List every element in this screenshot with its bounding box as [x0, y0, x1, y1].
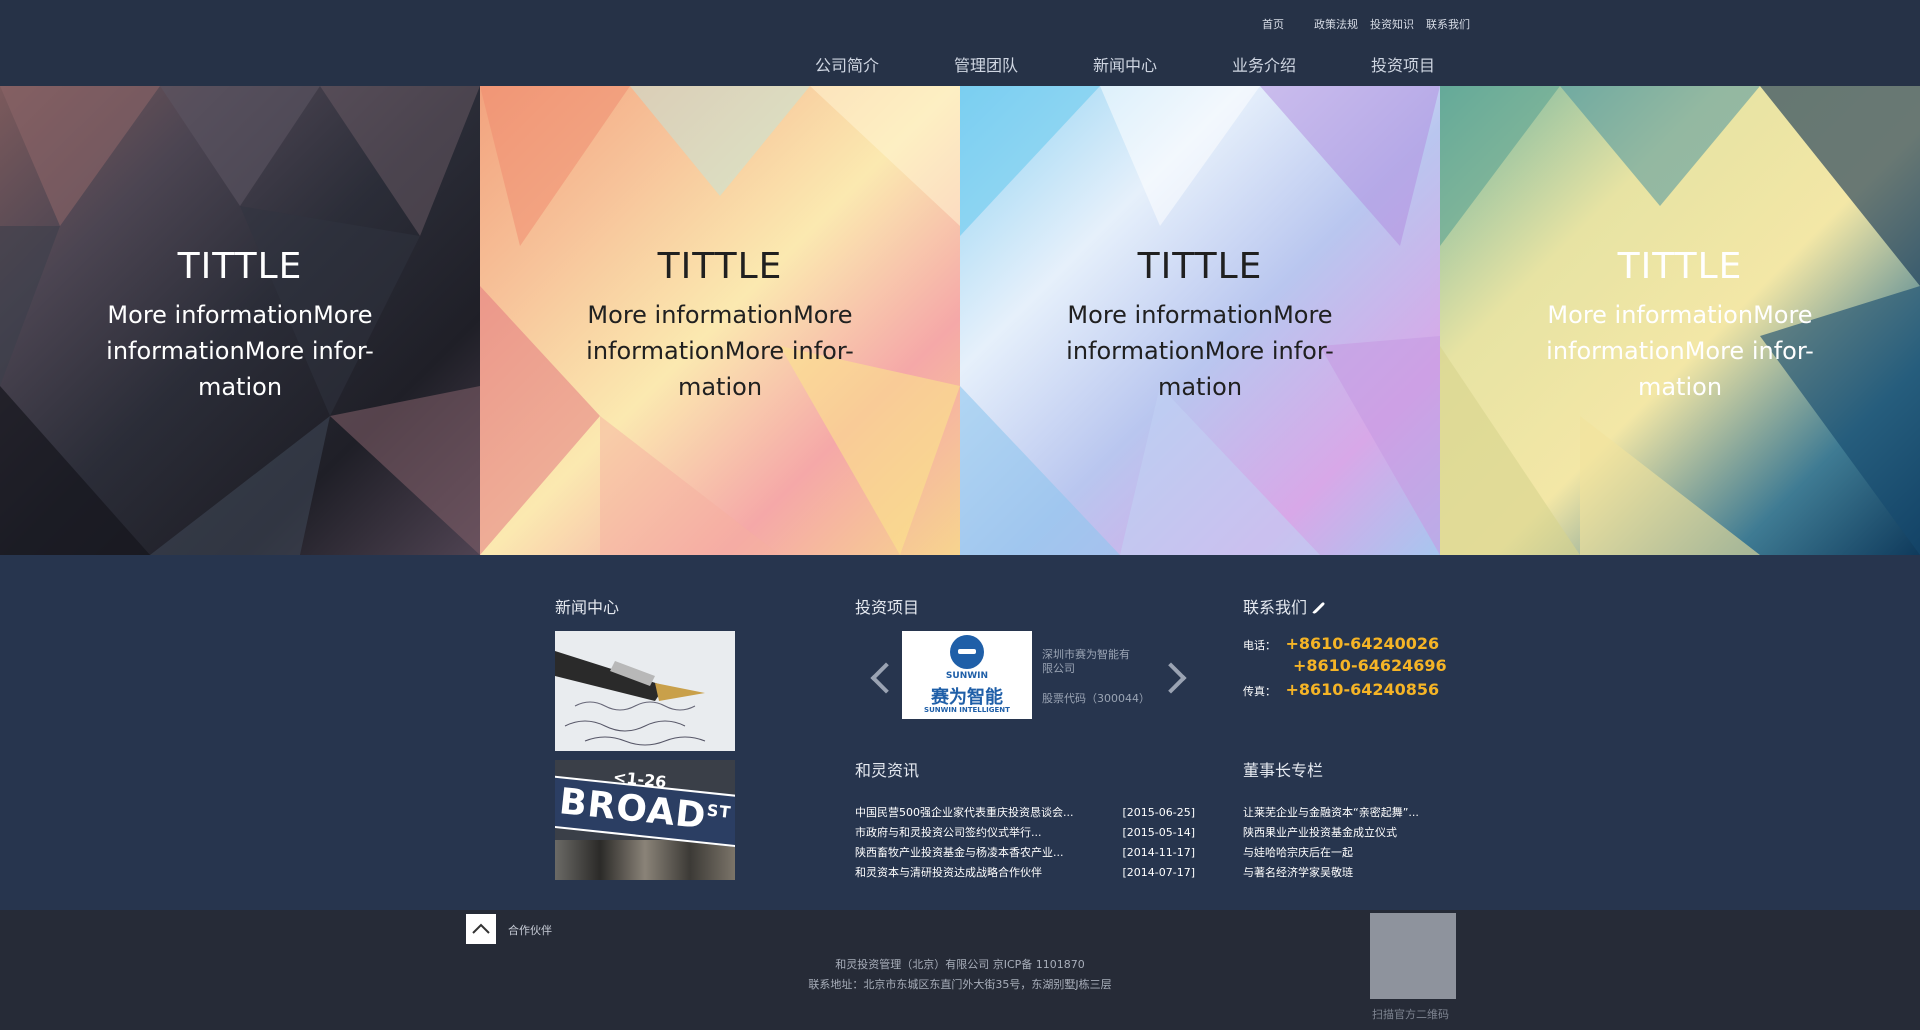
top-link-policy[interactable]: 政策法规	[1314, 16, 1358, 32]
site-header: 首页 政策法规 投资知识 联系我们 公司简介 管理团队 新闻中心 业务介绍 投资项目	[0, 0, 1920, 86]
hero-title: TITTLE	[1617, 246, 1743, 287]
news-image-pen[interactable]	[555, 631, 735, 751]
investment-heading: 投资项目	[855, 598, 920, 617]
fax-label: 传真：	[1243, 685, 1276, 698]
tel-label: 电话：	[1243, 639, 1276, 652]
address-text: 联系地址：北京市东城区东直门外大街35号，东湖别墅J栋三层	[808, 978, 1112, 991]
chairman-column-heading: 董事长专栏	[1243, 761, 1324, 780]
hero-title: TITTLE	[657, 246, 783, 287]
investment-stock-code: 股票代码（300044）	[1042, 692, 1150, 705]
back-to-top-button[interactable]	[466, 914, 496, 944]
carousel-next-icon[interactable]	[1155, 662, 1187, 694]
fax-number: +8610-64240856	[1285, 680, 1440, 699]
list-item[interactable]: 让莱芜企业与金融资本“亲密起舞”...	[1243, 803, 1458, 823]
sunwin-logo[interactable]: SUNWIN 赛为智能 SUNWIN INTELLIGENT	[902, 631, 1032, 719]
heling-news-heading: 和灵资讯	[855, 761, 920, 780]
chairman-column-list: 让莱芜企业与金融资本“亲密起舞”... 陕西果业产业投资基金成立仪式 与娃哈哈宗…	[1243, 803, 1458, 883]
sunwin-logo-mark	[950, 635, 984, 669]
hero-info: More informationMore informationMore inf…	[1546, 301, 1814, 401]
nav-item-news[interactable]: 新闻中心	[1093, 52, 1232, 76]
contact-heading: 联系我们	[1243, 594, 1325, 618]
copyright-text: 和灵投资管理（北京）有限公司 京ICP备 1101870	[835, 958, 1085, 971]
contact-heading-text: 联系我们	[1243, 598, 1308, 617]
top-link-home[interactable]: 首页	[1262, 16, 1284, 32]
chevron-up-icon	[472, 923, 490, 934]
list-item[interactable]: 市政府与和灵投资公司签约仪式举行... [2015-05-14]	[855, 823, 1195, 843]
list-item[interactable]: 中国民营500强企业家代表重庆投资恳谈会... [2015-06-25]	[855, 803, 1195, 823]
nav-item-business[interactable]: 业务介绍	[1232, 52, 1371, 76]
logo-text-sub: SUNWIN INTELLIGENT	[924, 706, 1010, 714]
list-item[interactable]: 与著名经济学家吴敬琏	[1243, 863, 1458, 883]
investment-company-name[interactable]: 深圳市赛为智能有限公司	[1042, 648, 1138, 676]
hero-info: More informationMore informationMore inf…	[1066, 301, 1334, 401]
hero-panel-4[interactable]: TITTLE More informationMore informationM…	[1440, 86, 1920, 555]
list-item[interactable]: 与娃哈哈宗庆后在一起	[1243, 843, 1458, 863]
qr-code	[1370, 913, 1456, 999]
footer-info: 和灵投资管理（北京）有限公司 京ICP备 1101870 联系地址：北京市东城区…	[0, 955, 1920, 995]
partners-link[interactable]: 合作伙伴	[508, 922, 552, 938]
qr-code-label: 扫描官方二维码	[1372, 1008, 1449, 1021]
news-image-street-sign[interactable]: <1-26 BROADST	[555, 760, 735, 880]
contact-tel: 电话： +8610-64240026	[1243, 634, 1439, 653]
carousel-prev-icon[interactable]	[870, 662, 902, 694]
hero-panel-2[interactable]: TITTLE More informationMore informationM…	[480, 86, 960, 555]
list-item[interactable]: 陕西果业产业投资基金成立仪式	[1243, 823, 1458, 843]
main-nav: 公司简介 管理团队 新闻中心 业务介绍 投资项目	[815, 52, 1510, 76]
tel-number-1: +8610-64240026	[1285, 634, 1440, 653]
hero-panel-3[interactable]: TITTLE More informationMore informationM…	[960, 86, 1440, 555]
hero-panel-1[interactable]: TITTLE More informationMore informationM…	[0, 86, 480, 555]
hero-banner: TITTLE More informationMore informationM…	[0, 86, 1920, 555]
list-item[interactable]: 陕西畜牧产业投资基金与杨凌本香农产业... [2014-11-17]	[855, 843, 1195, 863]
tel-number-2: +8610-64624696	[1293, 656, 1447, 675]
fountain-pen-image	[555, 631, 735, 751]
contact-tel-2: +8610-64624696	[1293, 656, 1447, 675]
top-link-knowledge[interactable]: 投资知识	[1370, 16, 1414, 32]
list-item[interactable]: 和灵资本与清研投资达成战略合作伙伴 [2014-07-17]	[855, 863, 1195, 883]
nav-item-company[interactable]: 公司简介	[815, 52, 954, 76]
contact-fax: 传真： +8610-64240856	[1243, 680, 1439, 699]
nav-item-team[interactable]: 管理团队	[954, 52, 1093, 76]
hero-info: More informationMore informationMore inf…	[106, 301, 374, 401]
logo-text-en: SUNWIN	[945, 671, 989, 681]
hero-info: More informationMore informationMore inf…	[586, 301, 854, 401]
phone-icon	[1312, 602, 1325, 614]
top-links: 首页 政策法规 投资知识 联系我们	[1262, 16, 1482, 32]
nav-item-projects[interactable]: 投资项目	[1371, 52, 1510, 76]
heling-news-list: 中国民营500强企业家代表重庆投资恳谈会... [2015-06-25] 市政府与…	[855, 803, 1195, 883]
news-center-heading: 新闻中心	[555, 598, 620, 617]
top-link-contact[interactable]: 联系我们	[1426, 16, 1470, 32]
hero-title: TITTLE	[1137, 246, 1263, 287]
hero-title: TITTLE	[177, 246, 303, 287]
building-background	[555, 840, 735, 880]
